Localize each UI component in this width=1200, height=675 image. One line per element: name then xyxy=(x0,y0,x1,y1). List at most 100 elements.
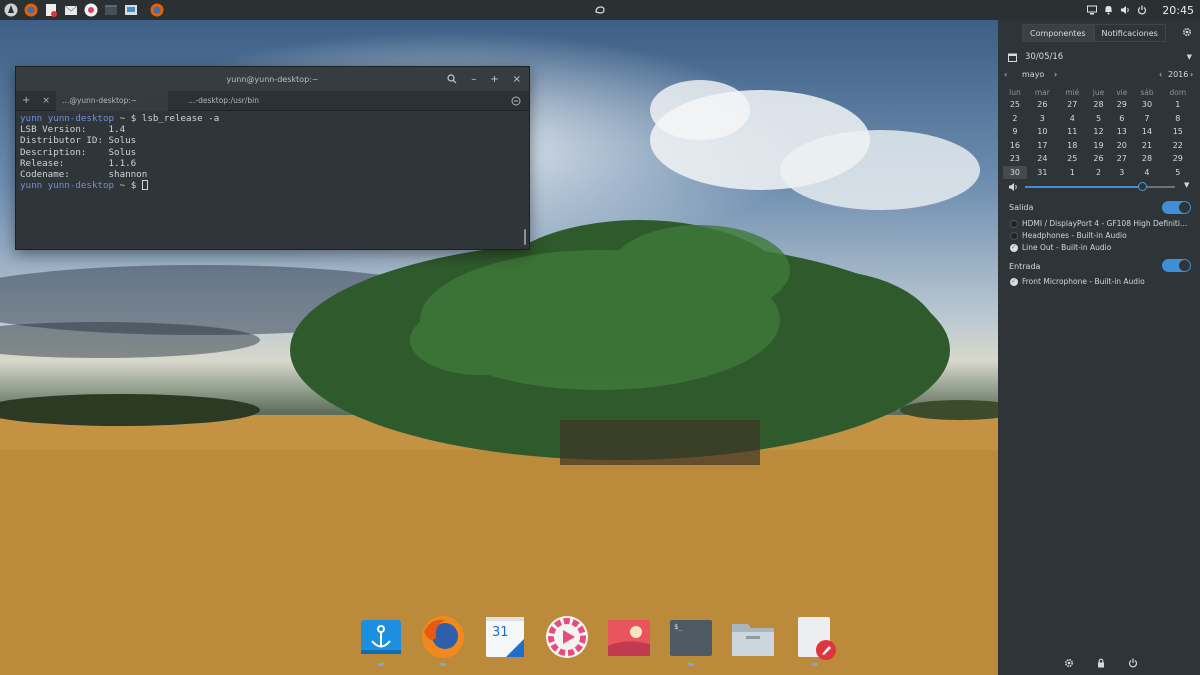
calendar-day[interactable]: 28 xyxy=(1087,98,1111,112)
bell-icon[interactable] xyxy=(1104,5,1113,15)
calendar-day[interactable]: 31 xyxy=(1027,166,1058,180)
prev-month-button[interactable]: ‹ xyxy=(1004,70,1007,79)
maximize-button[interactable]: + xyxy=(490,74,498,85)
new-tab-button[interactable]: + xyxy=(16,91,36,111)
mail-icon[interactable] xyxy=(64,3,78,17)
terminal-scrollbar[interactable] xyxy=(524,229,526,245)
calendar-day[interactable]: 26 xyxy=(1027,98,1058,112)
dock-item-firefox[interactable] xyxy=(420,614,466,666)
calendar-day[interactable]: 17 xyxy=(1027,139,1058,153)
software-center-icon[interactable] xyxy=(84,3,98,17)
dock-item-anchor[interactable] xyxy=(358,614,404,666)
radio-button[interactable] xyxy=(1010,231,1018,240)
calendar-day[interactable]: 29 xyxy=(1110,98,1133,112)
input-device-front-mic[interactable]: Front Microphone - Built-in Audio xyxy=(1010,277,1145,286)
volume-slider-handle[interactable] xyxy=(1137,182,1147,191)
minimize-button[interactable]: – xyxy=(471,74,476,85)
dock-item-calendar[interactable]: 31 xyxy=(482,614,528,662)
tab-componentes[interactable]: Componentes xyxy=(1022,24,1094,42)
terminal-window[interactable]: yunn@yunn-desktop:~ – + × + × …@yunn-des… xyxy=(15,66,530,250)
calendar-day[interactable]: 21 xyxy=(1133,139,1160,153)
radio-button[interactable] xyxy=(1010,277,1018,286)
volume-slider[interactable] xyxy=(1025,182,1175,191)
input-toggle[interactable] xyxy=(1162,259,1191,272)
output-device-hdmi[interactable]: HDMI / DisplayPort 4 - GF108 High Defini… xyxy=(1010,219,1187,228)
calendar-day[interactable]: 5 xyxy=(1161,166,1195,180)
calendar-day[interactable]: 16 xyxy=(1003,139,1027,153)
calendar-day[interactable]: 3 xyxy=(1027,112,1058,126)
calendar-day[interactable]: 12 xyxy=(1087,125,1111,139)
raven-toggle-icon[interactable] xyxy=(594,4,606,16)
system-monitor-icon[interactable] xyxy=(124,3,138,17)
solus-menu-icon[interactable] xyxy=(4,3,18,17)
calendar-day[interactable]: 10 xyxy=(1027,125,1058,139)
gear-icon[interactable] xyxy=(1182,27,1192,37)
firefox-icon[interactable] xyxy=(24,3,38,17)
calendar-day[interactable]: 5 xyxy=(1087,112,1111,126)
calendar-day[interactable]: 18 xyxy=(1058,139,1087,153)
output-device-headphones[interactable]: Headphones - Built-in Audio xyxy=(1010,231,1127,240)
tab-home[interactable]: …@yunn-desktop:~ xyxy=(55,90,168,111)
calendar-day[interactable]: 7 xyxy=(1133,112,1160,126)
calendar-day[interactable]: 1 xyxy=(1161,98,1195,112)
calendar-day[interactable]: 9 xyxy=(1003,125,1027,139)
calendar-day[interactable]: 11 xyxy=(1058,125,1087,139)
calendar-day[interactable]: 20 xyxy=(1110,139,1133,153)
calendar-day[interactable]: 3 xyxy=(1110,166,1133,180)
chevron-down-icon[interactable]: ▼ xyxy=(1187,53,1192,61)
clock[interactable]: 20:45 xyxy=(1162,4,1194,17)
calendar-day[interactable]: 4 xyxy=(1058,112,1087,126)
close-tab-button[interactable]: × xyxy=(36,91,56,111)
tab-usr-bin[interactable]: …-desktop:/usr/bin xyxy=(174,91,265,111)
dock-item-media-player[interactable] xyxy=(544,614,590,662)
output-device-lineout[interactable]: Line Out - Built-in Audio xyxy=(1010,243,1111,252)
calendar-day[interactable]: 29 xyxy=(1161,152,1195,166)
dock-item-file-manager[interactable] xyxy=(730,614,776,662)
volume-icon[interactable] xyxy=(1120,5,1130,15)
calendar-day[interactable]: 25 xyxy=(1058,152,1087,166)
output-toggle[interactable] xyxy=(1162,201,1191,214)
terminal-titlebar[interactable]: yunn@yunn-desktop:~ – + × xyxy=(16,67,529,91)
calendar-day[interactable]: 26 xyxy=(1087,152,1111,166)
tab-notificaciones[interactable]: Notificaciones xyxy=(1093,24,1166,42)
power-icon[interactable] xyxy=(1137,5,1147,15)
display-icon[interactable] xyxy=(1087,5,1098,15)
calendar-day[interactable]: 25 xyxy=(1003,98,1027,112)
prev-year-button[interactable]: ‹ xyxy=(1159,70,1162,79)
calendar-day[interactable]: 27 xyxy=(1058,98,1087,112)
calendar-day[interactable]: 15 xyxy=(1161,125,1195,139)
power-icon[interactable] xyxy=(1128,658,1138,668)
chevron-down-icon[interactable]: ▼ xyxy=(1184,181,1189,189)
terminal-icon[interactable] xyxy=(104,3,118,17)
calendar-day[interactable]: 28 xyxy=(1133,152,1160,166)
calendar-day[interactable]: 14 xyxy=(1133,125,1160,139)
tab-menu-icon[interactable] xyxy=(511,96,521,106)
calendar-day[interactable]: 30 xyxy=(1133,98,1160,112)
calendar-day[interactable]: 22 xyxy=(1161,139,1195,153)
calendar-day[interactable]: 30 xyxy=(1003,165,1027,179)
text-editor-icon[interactable] xyxy=(44,3,58,17)
calendar-day[interactable]: 6 xyxy=(1110,112,1133,126)
calendar-day[interactable]: 23 xyxy=(1003,152,1027,166)
calendar-day[interactable]: 2 xyxy=(1087,166,1111,180)
calendar-day[interactable]: 27 xyxy=(1110,152,1133,166)
calendar-day[interactable]: 8 xyxy=(1161,112,1195,126)
terminal-output[interactable]: yunn yunn-desktop ~ $ lsb_release -a LSB … xyxy=(16,111,529,193)
search-icon[interactable] xyxy=(447,74,457,84)
calendar-day[interactable]: 1 xyxy=(1058,166,1087,180)
lock-icon[interactable] xyxy=(1096,658,1106,668)
radio-button[interactable] xyxy=(1010,219,1018,228)
firefox-icon[interactable] xyxy=(150,3,164,17)
radio-button[interactable] xyxy=(1010,243,1018,252)
settings-icon[interactable] xyxy=(1064,658,1074,668)
calendar-day[interactable]: 2 xyxy=(1003,112,1027,126)
next-year-button[interactable]: › xyxy=(1190,70,1193,79)
dock-item-text-editor[interactable] xyxy=(792,614,838,666)
close-button[interactable]: × xyxy=(513,74,521,85)
calendar-day[interactable]: 4 xyxy=(1133,166,1160,180)
calendar-day[interactable]: 24 xyxy=(1027,152,1058,166)
dock-item-image-viewer[interactable] xyxy=(606,614,652,662)
calendar-day[interactable]: 19 xyxy=(1087,139,1111,153)
dock-item-terminal[interactable]: $_ xyxy=(668,614,714,666)
calendar-day[interactable]: 13 xyxy=(1110,125,1133,139)
